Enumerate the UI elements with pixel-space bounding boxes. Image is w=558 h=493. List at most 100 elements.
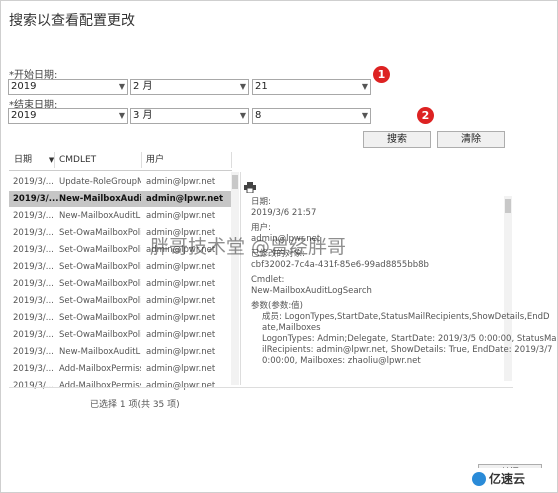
cell-user: admin@lpwr.net (146, 262, 216, 272)
detail-param-line: ilRecipients: admin@lpwr.net, ShowDetail… (262, 345, 553, 355)
footer-divider (9, 387, 513, 388)
chevron-down-icon: ▼ (118, 82, 125, 91)
cell-cmdlet: Set-OwaMailboxPolicy (59, 262, 141, 272)
end-day-value: 8 (255, 110, 262, 121)
column-header-date[interactable]: 日期 ▼ (14, 150, 54, 170)
cell-cmdlet: Set-OwaMailboxPolicy (59, 245, 141, 255)
table-row[interactable]: 2019/3/... Set-OwaMailboxPolicy admin@lpwr… (9, 293, 231, 309)
detail-date-label: 日期: (251, 197, 271, 207)
end-day-select[interactable]: 8 ▼ (252, 108, 371, 124)
cell-date: 2019/3/... (13, 177, 54, 187)
step-badge-2: 2 (417, 107, 434, 124)
cell-user: admin@lpwr.net (146, 313, 216, 323)
detail-param-line: LogonTypes: Admin;Delegate, StartDate: 2… (262, 334, 557, 344)
chevron-down-icon: ▼ (239, 82, 246, 91)
column-date-label: 日期 (14, 155, 33, 165)
detail-cmdlet-label: Cmdlet: (251, 275, 285, 285)
cell-user: admin@lpwr.net (146, 364, 216, 374)
site-logo: 亿速云 (472, 468, 554, 490)
start-year-value: 2019 (11, 81, 37, 92)
table-row[interactable]: 2019/3/... Set-OwaMailboxPolicy admin@lpwr… (9, 259, 231, 275)
column-divider (54, 152, 55, 168)
cell-date: 2019/3/... (13, 194, 59, 204)
cell-cmdlet: Add-MailboxPermiss... (59, 364, 141, 374)
logo-text: 亿速云 (489, 472, 526, 486)
table-row[interactable]: 2019/3/... New-MailboxAuditL... admin@lpwr… (9, 208, 231, 224)
cell-date: 2019/3/... (13, 330, 54, 340)
cell-user: admin@lpwr.net (146, 279, 216, 289)
chevron-down-icon: ▼ (239, 111, 246, 120)
table-row[interactable]: 2019/3/... Update-RoleGroupM... admin@lpwr… (9, 174, 231, 190)
cell-cmdlet: New-MailboxAuditL... (59, 194, 141, 204)
table-row[interactable]: 2019/3/...New-MailboxAuditL... admin@lpwr… (9, 191, 231, 207)
cell-cmdlet: Set-OwaMailboxPolicy (59, 330, 141, 340)
table-row[interactable]: 2019/3/... Add-MailboxPermiss... admin@lpw… (9, 378, 231, 394)
table-row[interactable]: 2019/3/... New-MailboxAuditL... admin@lpwr… (9, 344, 231, 360)
cell-date: 2019/3/... (13, 245, 54, 255)
end-year-select[interactable]: 2019 ▼ (8, 108, 128, 124)
end-year-value: 2019 (11, 110, 37, 121)
cell-user: admin@lpwr.net (146, 211, 216, 221)
cell-date: 2019/3/... (13, 228, 54, 238)
table-row[interactable]: 2019/3/... Set-OwaMailboxPolicy admin@lpwr… (9, 327, 231, 343)
detail-date-value: 2019/3/6 21:57 (251, 208, 317, 218)
cell-user: admin@lpwr.net (146, 347, 216, 357)
start-day-value: 21 (255, 81, 268, 92)
cell-cmdlet: Set-OwaMailboxPolicy (59, 296, 141, 306)
chevron-down-icon: ▼ (361, 82, 368, 91)
cell-date: 2019/3/... (13, 347, 54, 357)
detail-object-value: cbf32002-7c4a-431f-85e6-99ad8855bb8b (251, 260, 429, 270)
search-button[interactable]: 搜索 (363, 131, 431, 148)
detail-scrollbar-thumb[interactable] (505, 199, 511, 213)
end-month-value: 3 月 (133, 110, 153, 121)
cell-date: 2019/3/... (13, 313, 54, 323)
cell-cmdlet: New-MailboxAuditL... (59, 347, 141, 357)
selection-status: 已选择 1 项(共 35 项) (90, 400, 180, 410)
cell-cmdlet: Set-OwaMailboxPolicy (59, 279, 141, 289)
detail-param-line: 0:00:00, Mailboxes: zhaoliu@lpwr.net (262, 356, 421, 366)
cell-cmdlet: Set-OwaMailboxPolicy (59, 228, 141, 238)
cell-user: admin@lpwr.net (146, 381, 216, 391)
cell-user: admin@lpwr.net (146, 330, 216, 340)
list-scrollbar-thumb[interactable] (232, 175, 238, 189)
cell-user: admin@lpwr.net (146, 296, 216, 306)
cell-date: 2019/3/... (13, 381, 54, 391)
detail-cmdlet-value: New-MailboxAuditLogSearch (251, 286, 372, 296)
end-month-select[interactable]: 3 月 ▼ (130, 108, 249, 124)
cell-date: 2019/3/... (13, 262, 54, 272)
chevron-down-icon: ▼ (118, 111, 125, 120)
column-header-user[interactable]: 用户 (146, 150, 164, 170)
watermark: 胖哥技术堂 @曾经胖哥 (150, 236, 347, 258)
detail-param-line: 成员: LogonTypes,StartDate,StatusMailRecip… (262, 312, 550, 322)
step-badge-1: 1 (373, 66, 390, 83)
clear-button[interactable]: 清除 (437, 131, 505, 148)
table-row[interactable]: 2019/3/... Set-OwaMailboxPolicy admin@lpwr… (9, 276, 231, 292)
cell-cmdlet: New-MailboxAuditL... (59, 211, 141, 221)
start-month-select[interactable]: 2 月 ▼ (130, 79, 249, 95)
cloud-logo-icon (472, 471, 486, 486)
column-header-cmdlet[interactable]: CMDLET (59, 150, 96, 170)
chevron-down-icon: ▼ (361, 111, 368, 120)
printer-icon[interactable] (244, 178, 256, 197)
start-year-select[interactable]: 2019 ▼ (8, 79, 128, 95)
cell-user: admin@lpwr.net (146, 194, 224, 204)
detail-params-label: 参数(参数:值) (251, 301, 303, 311)
dialog-title: 搜索以查看配置更改 (9, 13, 135, 29)
column-divider (141, 152, 142, 168)
cell-date: 2019/3/... (13, 364, 54, 374)
cell-cmdlet: Add-MailboxPermiss... (59, 381, 141, 391)
cell-cmdlet: Set-OwaMailboxPolicy (59, 313, 141, 323)
header-divider (9, 170, 232, 171)
cell-date: 2019/3/... (13, 211, 54, 221)
table-row[interactable]: 2019/3/... Add-MailboxPermiss... admin@lpw… (9, 361, 231, 377)
start-month-value: 2 月 (133, 81, 153, 92)
column-divider (231, 152, 232, 168)
list-scrollbar[interactable] (231, 172, 239, 385)
table-row[interactable]: 2019/3/... Set-OwaMailboxPolicy admin@lpwr… (9, 310, 231, 326)
cell-user: admin@lpwr.net (146, 177, 216, 187)
detail-param-line: ate,Mailboxes (262, 323, 321, 333)
cell-date: 2019/3/... (13, 279, 54, 289)
start-day-select[interactable]: 21 ▼ (252, 79, 371, 95)
cell-cmdlet: Update-RoleGroupM... (59, 177, 141, 187)
cell-date: 2019/3/... (13, 296, 54, 306)
